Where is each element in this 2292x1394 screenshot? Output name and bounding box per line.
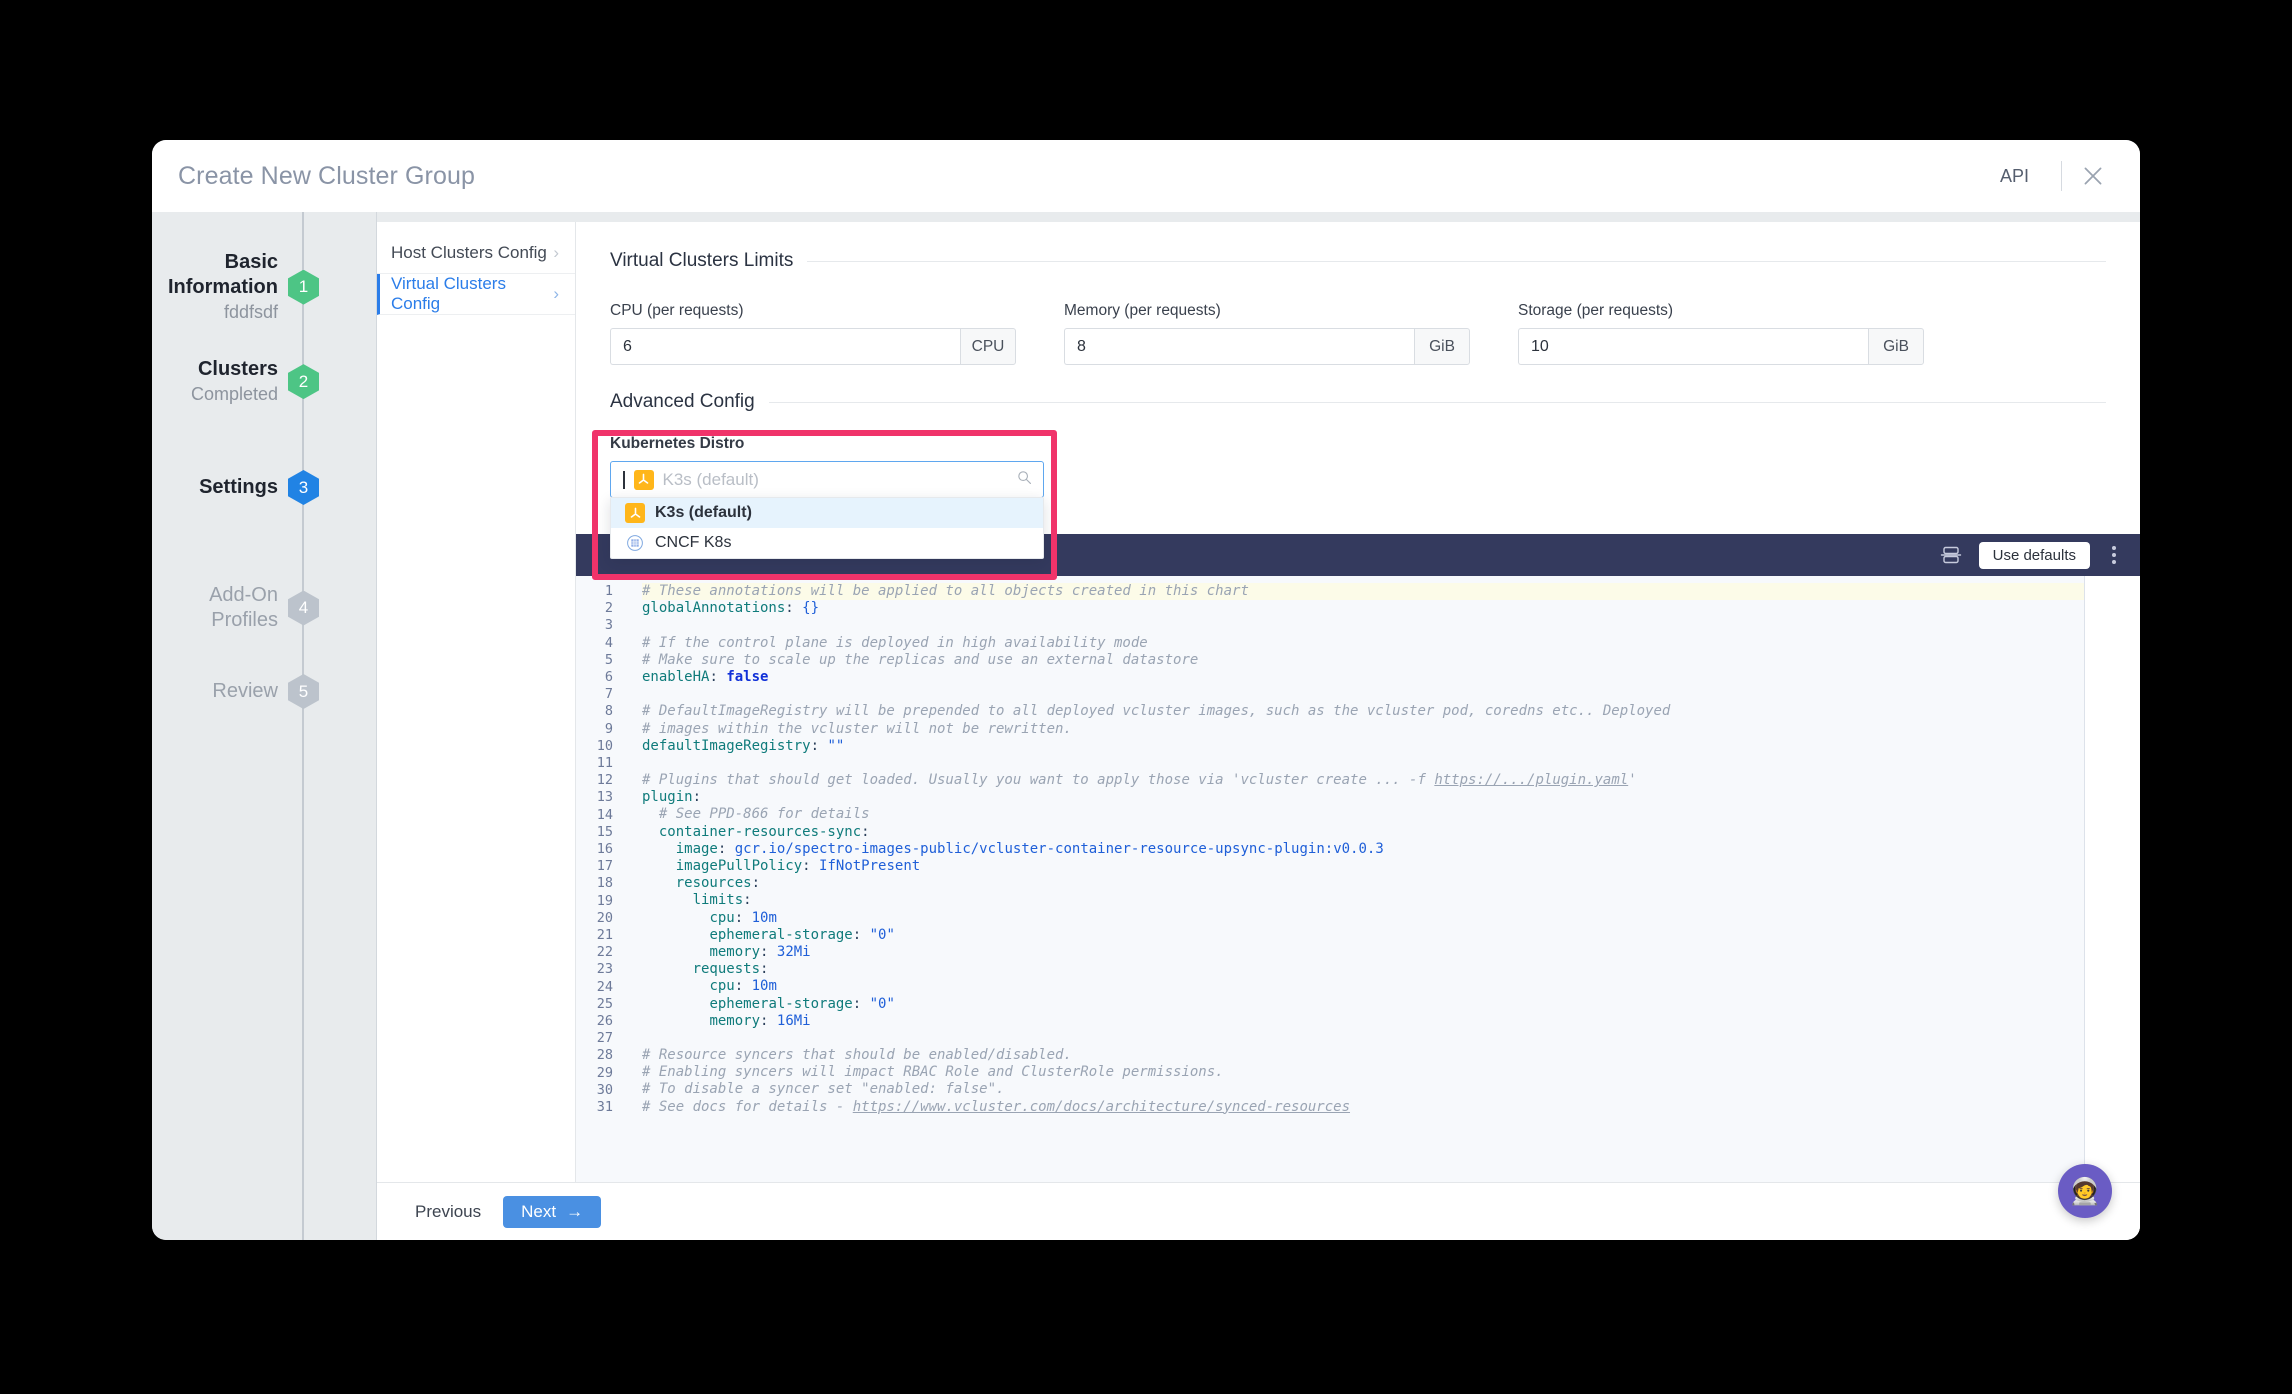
- k3s-icon: [633, 469, 654, 490]
- editor-code[interactable]: # These annotations will be applied to a…: [622, 576, 2140, 1182]
- fold-icon[interactable]: [1939, 543, 1963, 567]
- api-link[interactable]: API: [1982, 166, 2047, 187]
- kubernetes-distro-label: Kubernetes Distro: [610, 435, 745, 452]
- storage-input[interactable]: [1518, 328, 1868, 365]
- subnav-item-host-clusters-config[interactable]: Host Clusters Config ›: [377, 233, 575, 274]
- step-sublabel: fddfsdf: [223, 302, 278, 322]
- section-rule: [807, 260, 2106, 262]
- section-title: Virtual Clusters Limits: [610, 250, 794, 271]
- astronaut-icon: 🧑‍🚀: [2068, 1175, 2102, 1206]
- next-button[interactable]: Next →: [503, 1195, 602, 1228]
- kubernetes-distro-input[interactable]: K3s (default): [610, 461, 1044, 498]
- search-icon: [1016, 469, 1033, 491]
- step-label: Clusters: [197, 358, 278, 380]
- step-settings[interactable]: Settings 3: [152, 470, 377, 505]
- dialog-titlebar: Create New Cluster Group API: [152, 140, 2140, 212]
- subnav-item-virtual-clusters-config[interactable]: Virtual Clusters Config ›: [377, 274, 575, 315]
- titlebar-actions: API: [1982, 140, 2140, 212]
- step-label: Settings: [199, 476, 278, 498]
- memory-label: Memory (per requests): [1064, 302, 1221, 319]
- step-add-on-profiles[interactable]: Add-On Profiles 4: [152, 583, 377, 633]
- editor-body[interactable]: 1 2 3 4 5 6 7 8 9 10 11 12 13 14 15 16 17 18 19 20 21 22 23 24 2…: [576, 576, 2140, 1182]
- config-subnav: Host Clusters Config › Virtual Clusters …: [377, 222, 576, 1182]
- storage-unit: GiB: [1868, 328, 1924, 365]
- values-yaml-editor: Use defaults 1 2 3 4 5 6 7 8 9 10 11 12 13 14 15 16 17 18…: [576, 534, 2140, 1182]
- kubernetes-distro-dropdown: K3s (default) CNCF K8s: [610, 497, 1044, 559]
- dialog-body: Basic Information fddfsdf 1 Clusters Com…: [152, 212, 2140, 1240]
- next-button-label: Next: [521, 1201, 557, 1221]
- storage-label: Storage (per requests): [1518, 302, 1674, 319]
- editor-right-rail: [2084, 576, 2140, 1182]
- section-rule: [768, 401, 2106, 403]
- step-basic-information[interactable]: Basic Information fddfsdf 1: [152, 250, 377, 324]
- editor-line-numbers: 1 2 3 4 5 6 7 8 9 10 11 12 13 14 15 16 17 18 19 20 21 22 23 24 2…: [576, 576, 622, 1182]
- cpu-label: CPU (per requests): [610, 302, 744, 319]
- cpu-input[interactable]: [610, 328, 960, 365]
- arrow-right-icon: →: [566, 1201, 584, 1221]
- card-main: Host Clusters Config › Virtual Clusters …: [377, 222, 2140, 1182]
- step-sublabel: Completed: [190, 384, 278, 404]
- titlebar-divider: [2061, 161, 2062, 191]
- memory-field: Memory (per requests) GiB: [1064, 302, 1470, 365]
- wizard-stepper: Basic Information fddfsdf 1 Clusters Com…: [152, 212, 377, 1240]
- close-icon: [2084, 167, 2102, 185]
- subnav-label: Virtual Clusters Config: [391, 274, 506, 313]
- memory-unit: GiB: [1414, 328, 1470, 365]
- kubernetes-distro-placeholder: K3s (default): [662, 469, 759, 489]
- settings-content-card: Host Clusters Config › Virtual Clusters …: [377, 222, 2140, 1240]
- create-cluster-group-dialog: Create New Cluster Group API Basic Infor…: [152, 140, 2140, 1240]
- subnav-label: Host Clusters Config: [391, 243, 547, 262]
- advanced-config-heading: Advanced Config: [610, 391, 2106, 413]
- virtual-clusters-limits-heading: Virtual Clusters Limits: [610, 250, 2106, 272]
- memory-input[interactable]: [1064, 328, 1414, 365]
- chevron-right-icon: ›: [553, 284, 559, 303]
- step-label: Add-On Profiles: [209, 584, 278, 631]
- previous-button[interactable]: Previous: [399, 1194, 497, 1230]
- use-defaults-button[interactable]: Use defaults: [1978, 541, 2090, 569]
- dropdown-option-label: CNCF K8s: [655, 534, 732, 551]
- kubernetes-distro-select: Kubernetes Distro K3s (default) K3s (def…: [610, 435, 1044, 559]
- wizard-footer: Previous Next →: [377, 1182, 2140, 1240]
- k3s-icon: [625, 503, 645, 523]
- step-review[interactable]: Review 5: [152, 674, 377, 709]
- virtual-clusters-config-panel: Virtual Clusters Limits CPU (per request…: [576, 222, 2140, 1182]
- cncf-k8s-icon: [625, 533, 645, 553]
- cpu-field: CPU (per requests) CPU: [610, 302, 1016, 365]
- chevron-right-icon: ›: [553, 243, 559, 262]
- kebab-menu-icon[interactable]: [2106, 542, 2122, 568]
- step-label: Basic Information: [168, 251, 278, 298]
- dropdown-option-cncf-k8s[interactable]: CNCF K8s: [611, 528, 1043, 558]
- step-clusters[interactable]: Clusters Completed 2: [152, 357, 377, 406]
- dropdown-option-k3s[interactable]: K3s (default): [611, 498, 1043, 528]
- close-button[interactable]: [2076, 159, 2110, 193]
- storage-field: Storage (per requests) GiB: [1518, 302, 1924, 365]
- section-title: Advanced Config: [610, 391, 755, 412]
- cpu-unit: CPU: [960, 328, 1016, 365]
- limits-fields: CPU (per requests) CPU Memory (per reque…: [610, 302, 2106, 365]
- help-astronaut-button[interactable]: 🧑‍🚀: [2058, 1164, 2112, 1218]
- dropdown-option-label: K3s (default): [655, 504, 752, 521]
- step-label: Review: [212, 680, 278, 702]
- text-caret: [623, 470, 625, 489]
- page-title: Create New Cluster Group: [178, 161, 475, 190]
